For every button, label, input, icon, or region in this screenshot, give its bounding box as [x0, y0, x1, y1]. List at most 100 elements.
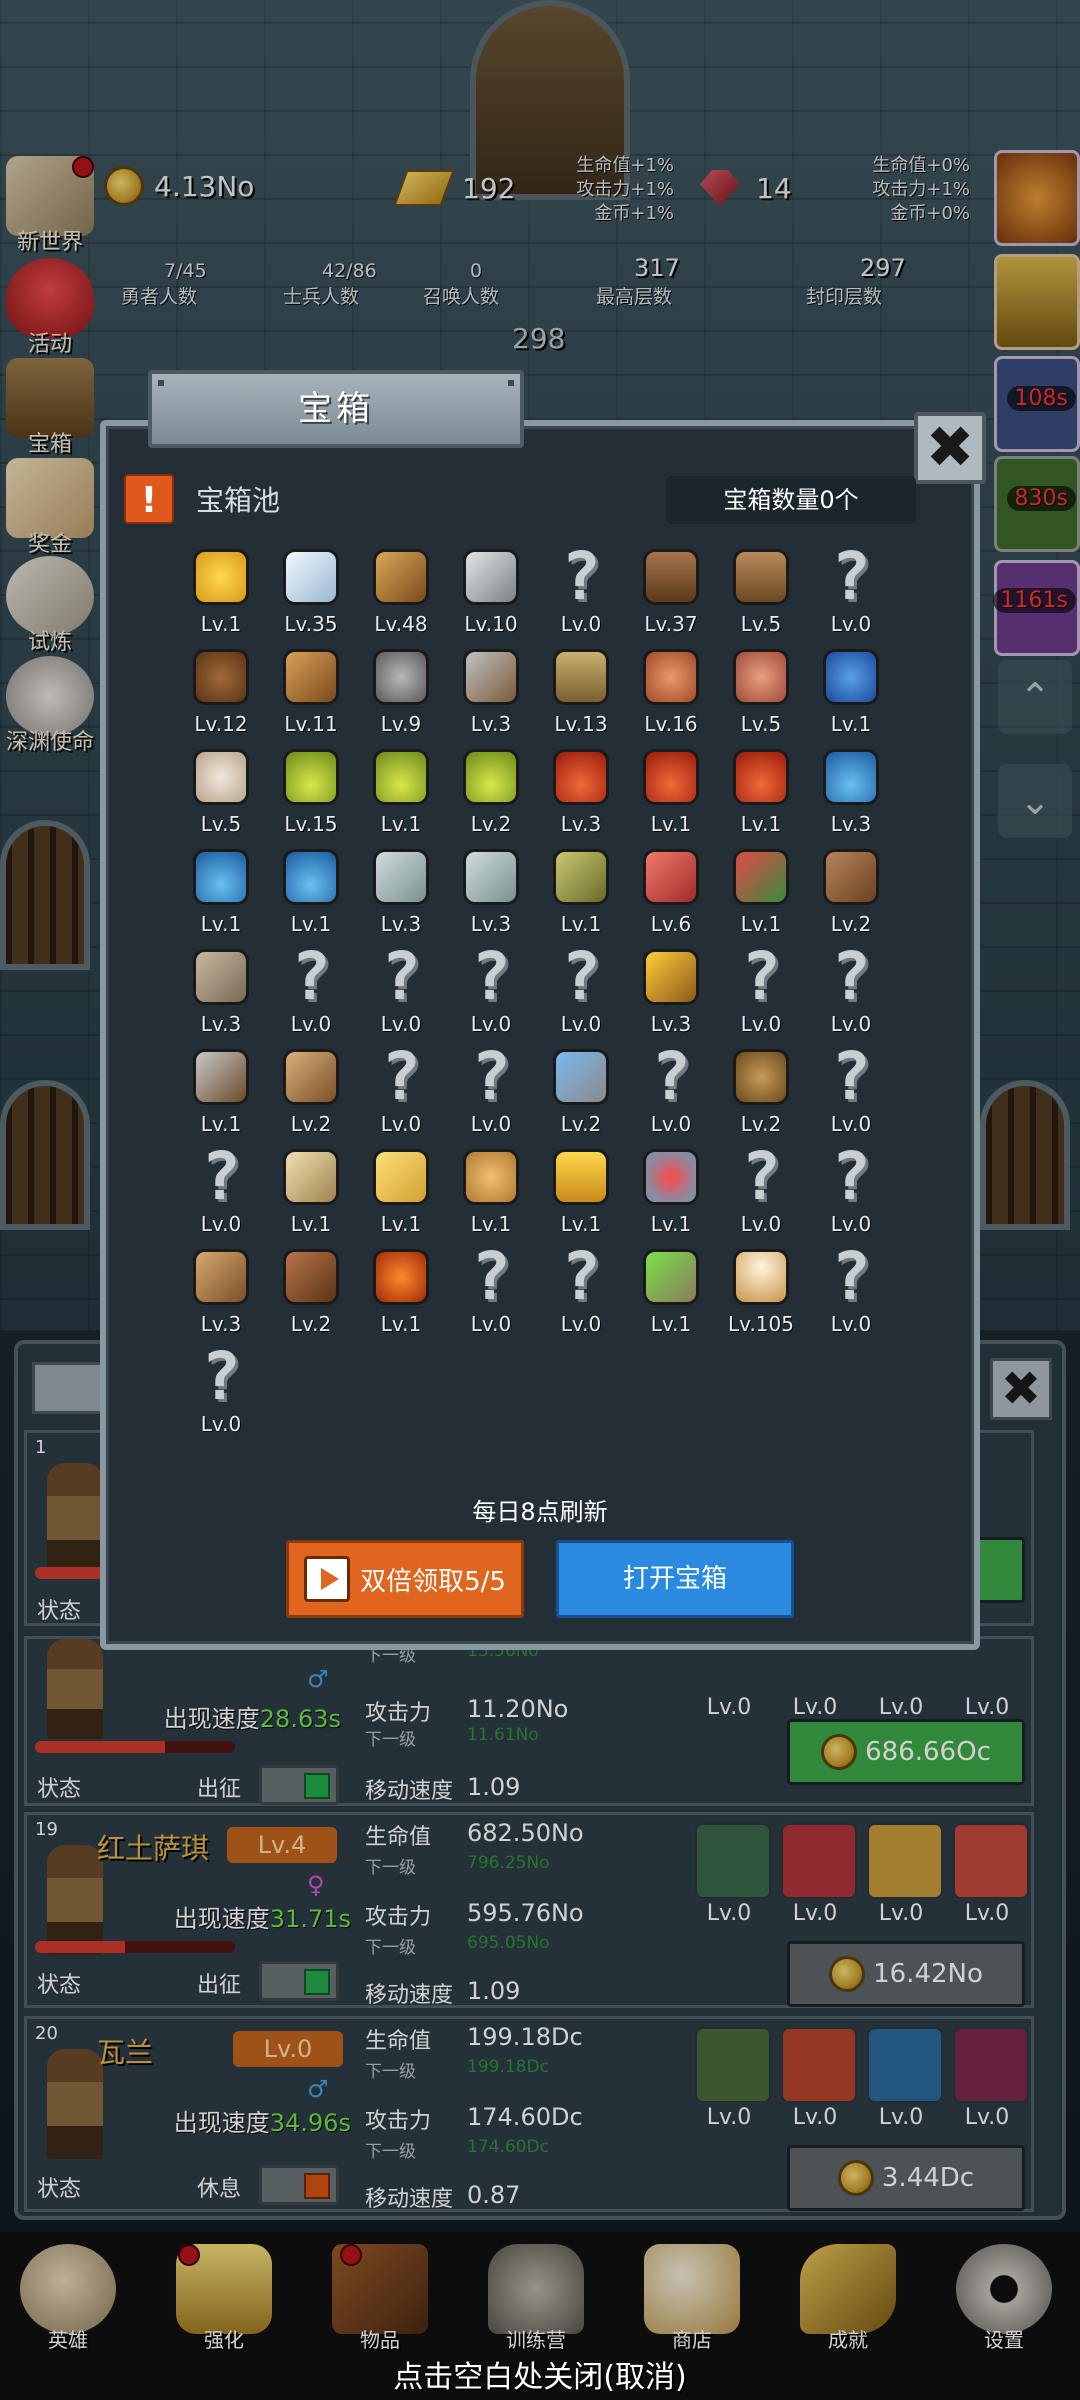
chest-item[interactable]: Lv.3: [446, 640, 536, 740]
chest-item[interactable]: Lv.37: [626, 540, 716, 640]
chest-item[interactable]: Lv.1: [716, 840, 806, 940]
item-level: Lv.9: [380, 712, 422, 736]
item-level: Lv.2: [740, 1112, 782, 1136]
item-level: Lv.3: [470, 912, 512, 936]
unknown-icon: ?: [831, 538, 871, 615]
chest-item[interactable]: Lv.1: [716, 740, 806, 840]
exclamation-icon: !: [124, 474, 174, 524]
chest-item[interactable]: ? Lv.0: [806, 540, 896, 640]
chest-item[interactable]: Lv.3: [536, 740, 626, 840]
item-level: Lv.0: [560, 612, 602, 636]
chest-item[interactable]: ? Lv.0: [806, 1140, 896, 1240]
chest-item[interactable]: Lv.1: [356, 740, 446, 840]
item-level: Lv.0: [830, 1112, 872, 1136]
backpack-icon: [728, 544, 794, 610]
item-level: Lv.0: [830, 1012, 872, 1036]
chest-item[interactable]: ? Lv.0: [716, 940, 806, 1040]
chest-item[interactable]: Lv.1: [626, 740, 716, 840]
chest-item[interactable]: Lv.1: [176, 540, 266, 640]
chest-item[interactable]: Lv.2: [716, 1040, 806, 1140]
chest-item[interactable]: Lv.12: [176, 640, 266, 740]
sword-icon: [368, 544, 434, 610]
item-level: Lv.1: [380, 1212, 422, 1236]
chest-item[interactable]: Lv.3: [176, 1240, 266, 1340]
item-level: Lv.1: [200, 612, 242, 636]
bow-icon: [188, 1244, 254, 1310]
item-level: Lv.1: [380, 812, 422, 836]
unknown-icon: ?: [651, 1038, 691, 1115]
item-level: Lv.1: [740, 912, 782, 936]
chest-item[interactable]: Lv.16: [626, 640, 716, 740]
bottle-red-icon: [638, 844, 704, 910]
chest-item[interactable]: Lv.2: [806, 840, 896, 940]
unknown-icon: ?: [471, 938, 511, 1015]
chest-item[interactable]: ? Lv.0: [176, 1340, 266, 1440]
chest-item[interactable]: Lv.1: [176, 1040, 266, 1140]
chest-item[interactable]: ? Lv.0: [536, 1240, 626, 1340]
chest-item[interactable]: Lv.1: [536, 1140, 626, 1240]
double-claim-button[interactable]: 双倍领取5/5: [286, 1540, 524, 1618]
chest-item[interactable]: Lv.15: [266, 740, 356, 840]
meat-leg-icon: [638, 644, 704, 710]
item-level: Lv.0: [830, 1312, 872, 1336]
chest-item[interactable]: ? Lv.0: [446, 940, 536, 1040]
chest-item[interactable]: Lv.1: [536, 840, 626, 940]
chest-item[interactable]: Lv.9: [356, 640, 446, 740]
chest-item[interactable]: Lv.48: [356, 540, 446, 640]
chest-item[interactable]: Lv.11: [266, 640, 356, 740]
chest-item[interactable]: ? Lv.0: [176, 1140, 266, 1240]
chest-item[interactable]: Lv.1: [806, 640, 896, 740]
chest-item[interactable]: Lv.5: [716, 640, 806, 740]
chest-item[interactable]: ? Lv.0: [356, 940, 446, 1040]
chest-item[interactable]: Lv.2: [266, 1240, 356, 1340]
chest-item[interactable]: Lv.3: [356, 840, 446, 940]
chest-item[interactable]: Lv.2: [446, 740, 536, 840]
chest-item[interactable]: Lv.1: [176, 840, 266, 940]
chest-item[interactable]: ? Lv.0: [806, 1040, 896, 1140]
chest-item[interactable]: Lv.3: [626, 940, 716, 1040]
chest-item[interactable]: Lv.5: [176, 740, 266, 840]
chest-item[interactable]: ? Lv.0: [626, 1040, 716, 1140]
chest-item[interactable]: Lv.1: [446, 1140, 536, 1240]
potion-yellow-icon: [278, 744, 344, 810]
item-level: Lv.1: [200, 1112, 242, 1136]
chest-item[interactable]: Lv.2: [266, 1040, 356, 1140]
chest-item[interactable]: ? Lv.0: [806, 940, 896, 1040]
item-level: Lv.11: [284, 712, 338, 736]
chest-item[interactable]: Lv.1: [356, 1240, 446, 1340]
chest-item[interactable]: ? Lv.0: [536, 940, 626, 1040]
item-level: Lv.0: [470, 1112, 512, 1136]
chest-item[interactable]: ? Lv.0: [536, 540, 626, 640]
item-level: Lv.5: [740, 612, 782, 636]
chest-item[interactable]: Lv.105: [716, 1240, 806, 1340]
quiver-icon: [278, 1244, 344, 1310]
chest-item[interactable]: Lv.3: [446, 840, 536, 940]
item-level: Lv.0: [560, 1312, 602, 1336]
close-button[interactable]: ✖: [914, 412, 986, 484]
chest-item[interactable]: Lv.1: [266, 1140, 356, 1240]
chest-item[interactable]: Lv.10: [446, 540, 536, 640]
item-level: Lv.0: [830, 1212, 872, 1236]
open-chest-button[interactable]: 打开宝箱: [556, 1540, 794, 1618]
chest-item[interactable]: Lv.3: [176, 940, 266, 1040]
winged-boot-icon: [728, 844, 794, 910]
item-level: Lv.5: [740, 712, 782, 736]
chest-item[interactable]: Lv.1: [626, 1140, 716, 1240]
chest-item[interactable]: Lv.35: [266, 540, 356, 640]
chest-item[interactable]: ? Lv.0: [266, 940, 356, 1040]
chest-item[interactable]: Lv.3: [806, 740, 896, 840]
chest-item[interactable]: Lv.13: [536, 640, 626, 740]
chest-item[interactable]: Lv.5: [716, 540, 806, 640]
chest-item[interactable]: ? Lv.0: [806, 1240, 896, 1340]
potion-yellow-icon: [458, 744, 524, 810]
chest-item[interactable]: ? Lv.0: [356, 1040, 446, 1140]
chest-item[interactable]: Lv.6: [626, 840, 716, 940]
chest-item[interactable]: Lv.1: [626, 1240, 716, 1340]
chest-item[interactable]: Lv.1: [356, 1140, 446, 1240]
chest-item[interactable]: ? Lv.0: [716, 1140, 806, 1240]
chest-item[interactable]: ? Lv.0: [446, 1040, 536, 1140]
chest-item[interactable]: Lv.1: [266, 840, 356, 940]
chest-item[interactable]: Lv.2: [536, 1040, 626, 1140]
unknown-icon: ?: [561, 1238, 601, 1315]
chest-item[interactable]: ? Lv.0: [446, 1240, 536, 1340]
